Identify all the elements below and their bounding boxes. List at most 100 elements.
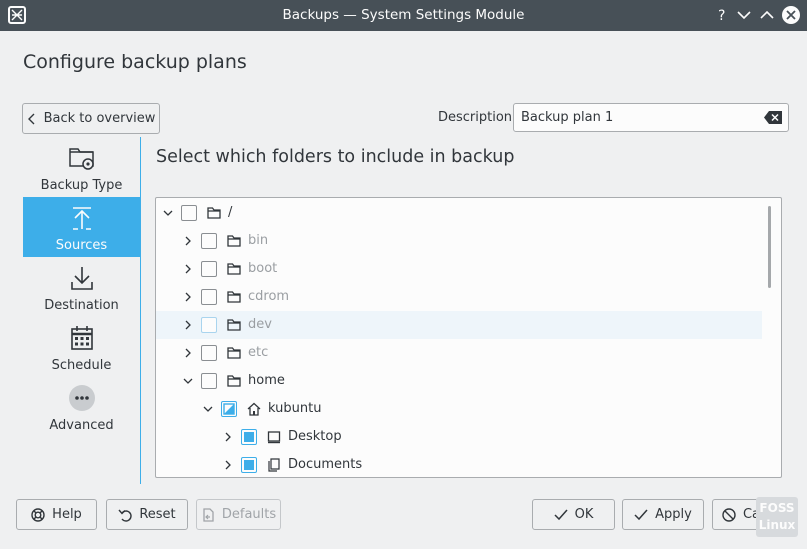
folder-name: Desktop (288, 429, 342, 444)
include-checkbox[interactable] (201, 345, 217, 361)
description-field[interactable]: Backup plan 1 (513, 103, 789, 132)
ok-button[interactable]: OK (532, 499, 615, 530)
sidebar-item-advanced[interactable]: Advanced (23, 377, 140, 437)
back-to-overview-button[interactable]: Back to overview (22, 103, 160, 134)
sidebar-item-label: Schedule (51, 358, 112, 373)
chevron-down-icon[interactable] (162, 207, 174, 219)
folder-icon (227, 235, 241, 247)
include-checkbox[interactable] (201, 289, 217, 305)
tree-row[interactable]: kubuntu (156, 395, 762, 423)
folder-icon (227, 375, 241, 387)
defaults-button-label: Defaults (221, 507, 277, 522)
home-icon (247, 402, 261, 416)
sidebar-item-label: Destination (44, 298, 119, 313)
chevron-right-icon[interactable] (222, 431, 234, 443)
apply-button-label: Apply (655, 507, 692, 522)
defaults-button[interactable]: Defaults (196, 499, 281, 530)
chevron-left-icon (27, 113, 35, 124)
tree-row[interactable]: boot (156, 255, 762, 283)
tree-row[interactable]: bin (156, 227, 762, 255)
desktop-icon (267, 431, 281, 444)
folder-icon (207, 207, 221, 219)
chevron-right-icon[interactable] (182, 291, 194, 303)
pane-title: Select which folders to include in backu… (156, 147, 515, 167)
include-checkbox[interactable] (201, 317, 217, 333)
include-checkbox[interactable] (201, 261, 217, 277)
svg-text:?: ? (718, 8, 725, 24)
calendar-icon (71, 326, 93, 350)
back-button-label: Back to overview (43, 111, 156, 126)
clear-text-icon[interactable] (764, 111, 782, 124)
folder-icon (227, 347, 241, 359)
page-heading: Configure backup plans (23, 51, 247, 73)
ok-button-label: OK (574, 507, 594, 522)
sidebar-item-label: Sources (55, 238, 108, 253)
sidebar-item-sources[interactable]: Sources (23, 197, 140, 257)
include-checkbox[interactable] (181, 205, 197, 221)
tree-row[interactable]: cdrom (156, 283, 762, 311)
reset-button-label: Reset (139, 507, 176, 522)
download-icon (71, 267, 93, 290)
sidebar-item-schedule[interactable]: Schedule (23, 317, 140, 377)
chevron-right-icon[interactable] (182, 319, 194, 331)
include-checkbox[interactable] (201, 233, 217, 249)
folder-name: / (228, 205, 233, 220)
watermark-line2: Linux (758, 518, 796, 532)
checkmark-icon (554, 509, 568, 520)
window-title: Backups — System Settings Module (282, 7, 525, 23)
watermark-line1: FOSS (759, 501, 795, 515)
include-checkbox[interactable] (241, 457, 257, 473)
undo-icon (118, 509, 133, 522)
sidebar-item-backup-type[interactable]: Backup Type (23, 137, 140, 197)
chevron-right-icon[interactable] (182, 347, 194, 359)
tree-row[interactable]: home (156, 367, 762, 395)
description-value: Backup plan 1 (521, 110, 614, 125)
folder-name: Documents (288, 457, 363, 472)
description-label: Description: (438, 110, 517, 125)
sidebar-item-label: Advanced (49, 418, 114, 433)
reset-button[interactable]: Reset (106, 499, 188, 530)
title-bar: Backups — System Settings Module ? (0, 0, 807, 31)
chevron-down-icon[interactable] (202, 403, 214, 415)
sidebar-divider (140, 137, 141, 484)
watermark-logo: FOSS Linux (756, 497, 798, 537)
folder-name: kubuntu (268, 401, 322, 416)
chevron-right-icon[interactable] (182, 235, 194, 247)
include-checkbox[interactable] (221, 401, 237, 417)
chevron-down-icon[interactable] (182, 375, 194, 387)
include-checkbox[interactable] (201, 373, 217, 389)
apply-button[interactable]: Apply (622, 499, 704, 530)
cancel-icon (722, 507, 736, 522)
folder-name: dev (248, 317, 272, 332)
folder-tree[interactable]: / bin boot cdrom dev etc home kubuntu Desktop Doc… (155, 197, 782, 478)
chevron-right-icon[interactable] (222, 459, 234, 471)
upload-icon (73, 207, 91, 230)
folder-icon (227, 263, 241, 275)
close-icon[interactable] (781, 5, 801, 25)
document-revert-icon (203, 507, 214, 522)
help-icon[interactable]: ? (712, 5, 732, 25)
chevron-right-icon[interactable] (182, 263, 194, 275)
folder-icon (227, 319, 241, 331)
tree-row[interactable]: Desktop (156, 423, 762, 451)
tree-row[interactable]: / (156, 199, 762, 227)
maximize-icon[interactable] (757, 5, 777, 25)
folder-name: bin (248, 233, 269, 248)
tree-scrollbar[interactable] (768, 206, 771, 288)
checkmark-icon (634, 509, 648, 520)
tree-row[interactable]: etc (156, 339, 762, 367)
include-checkbox[interactable] (241, 429, 257, 445)
sidebar-item-label: Backup Type (40, 178, 123, 193)
help-button[interactable]: Help (16, 499, 97, 530)
tree-row[interactable]: dev (156, 311, 762, 339)
documents-icon (268, 458, 280, 472)
help-button-label: Help (52, 507, 82, 522)
folder-name: home (248, 373, 285, 388)
folder-name: boot (248, 261, 278, 276)
folder-icon (227, 291, 241, 303)
folder-gear-icon (69, 148, 94, 170)
folder-name: etc (248, 345, 269, 360)
sidebar-item-destination[interactable]: Destination (23, 257, 140, 317)
minimize-icon[interactable] (734, 5, 754, 25)
tree-row[interactable]: Documents (156, 451, 762, 477)
